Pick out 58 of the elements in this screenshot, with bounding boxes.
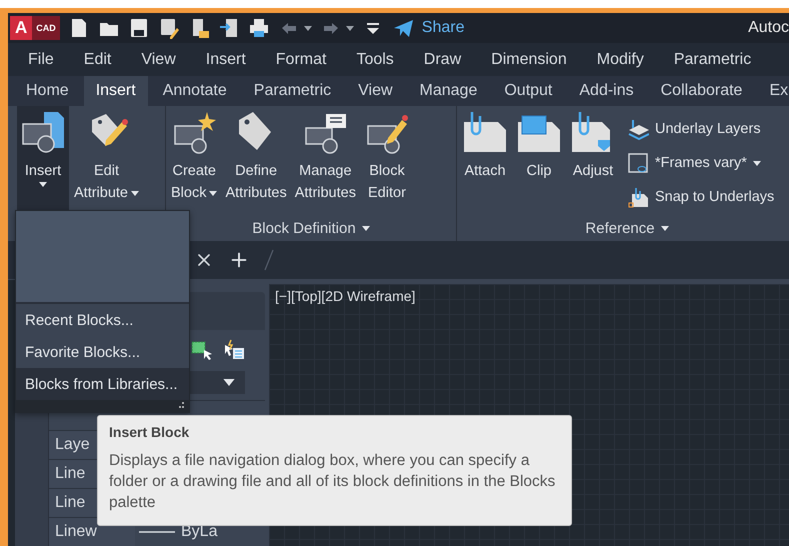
caret-icon — [39, 182, 47, 187]
ribbon-small-button[interactable]: Underlay Layers — [625, 118, 776, 140]
menu-item[interactable]: Dimension — [479, 50, 579, 68]
layers-paperclip-icon — [627, 118, 649, 140]
caret-icon — [131, 190, 139, 196]
menu-item[interactable]: Favorite Blocks... — [16, 336, 189, 368]
frame-icon — [627, 152, 649, 174]
share-button[interactable]: Share — [422, 19, 464, 37]
printer-icon[interactable] — [248, 17, 270, 39]
ribbon-small-button[interactable]: Snap to Underlays — [625, 186, 776, 208]
caret-icon[interactable] — [346, 26, 354, 30]
viewport-label[interactable]: [−][Top][2D Wireframe] — [275, 288, 416, 304]
ribbon-tab[interactable]: Annotate — [150, 76, 239, 106]
resize-grip-icon[interactable] — [179, 400, 185, 410]
menu-item[interactable]: File — [16, 50, 66, 68]
ribbon-button[interactable]: Create Block — [168, 106, 220, 216]
ribbon-button[interactable]: Clip — [513, 106, 565, 216]
caret-icon — [752, 160, 761, 166]
slash-icon — [264, 249, 274, 271]
menu-item[interactable]: View — [129, 50, 188, 68]
ribbon-button[interactable]: Attach — [459, 106, 511, 216]
quick-select-icon[interactable] — [223, 339, 245, 362]
ribbon-tab[interactable]: Insert — [84, 76, 148, 106]
panel-title[interactable]: Reference — [585, 220, 655, 237]
window-title: Autoc — [748, 19, 789, 37]
ribbon-tab[interactable]: Output — [492, 76, 564, 106]
caret-icon — [362, 226, 370, 231]
phone-import-icon[interactable] — [218, 17, 240, 39]
menu-item[interactable]: Draw — [412, 50, 474, 68]
ribbon-button[interactable]: Block Editor — [360, 106, 413, 216]
caret-icon[interactable] — [304, 26, 312, 30]
ribbon-button[interactable]: Define Attributes — [222, 106, 290, 216]
caret-icon — [209, 190, 218, 196]
menu-item[interactable]: Insert — [194, 50, 258, 68]
line-sample-icon — [139, 530, 175, 534]
menu-item[interactable]: Tools — [344, 50, 406, 68]
ribbon-button[interactable]: Adjust — [567, 106, 619, 216]
snap-paperclip-icon — [627, 186, 649, 208]
ribbon-tab[interactable]: Manage — [408, 76, 490, 106]
menu-item[interactable]: Format — [264, 50, 338, 68]
paper-plane-icon[interactable] — [392, 17, 414, 39]
ribbon-tab[interactable]: Parametric — [242, 76, 344, 106]
select-rectangle-icon[interactable] — [191, 339, 213, 362]
menu-item[interactable]: Edit — [72, 50, 124, 68]
panel-title[interactable]: Block Definition — [252, 220, 356, 237]
ribbon-button[interactable]: Manage Attributes — [292, 106, 359, 216]
menu-item[interactable]: Recent Blocks... — [16, 304, 189, 336]
ribbon-tab[interactable]: Collaborate — [648, 76, 754, 106]
caret-icon — [223, 379, 235, 386]
ribbon-tab[interactable]: Ex — [757, 76, 789, 106]
ribbon-tab[interactable]: Add-ins — [567, 76, 646, 106]
menu-item[interactable]: Parametric — [662, 50, 764, 68]
ribbon-small-button[interactable]: *Frames vary* — [625, 152, 776, 174]
menu-item[interactable]: Blocks from Libraries... — [16, 368, 189, 400]
menu-item[interactable]: Modify — [584, 50, 656, 68]
ribbon-tab[interactable]: View — [346, 76, 405, 106]
caret-icon — [660, 226, 669, 231]
ribbon-tab[interactable]: Home — [14, 76, 81, 106]
